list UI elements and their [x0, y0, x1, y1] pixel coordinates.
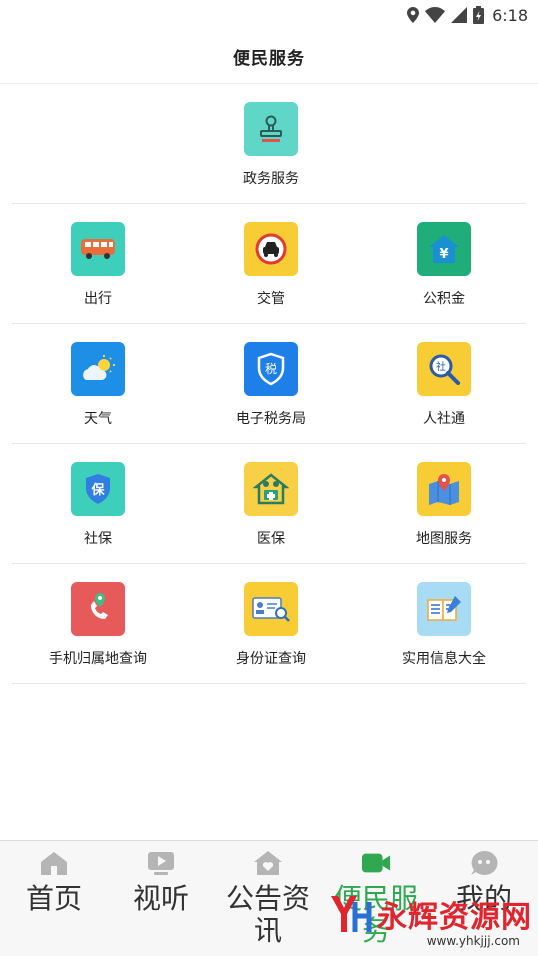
service-tile-practical-info[interactable]: 实用信息大全	[358, 582, 530, 668]
medical-insurance-icon	[244, 462, 298, 516]
service-label: 身份证查询	[236, 651, 306, 667]
location-icon	[407, 7, 420, 23]
service-label: 公积金	[423, 291, 465, 307]
svg-text:社: 社	[436, 360, 446, 373]
service-tile-weather[interactable]: 天气	[12, 342, 184, 428]
service-label: 手机归属地查询	[49, 651, 147, 667]
service-tile-social-service[interactable]: 社 人社通	[358, 342, 530, 428]
social-search-icon: 社	[417, 342, 471, 396]
service-row-2: 天气 税 电子税务局 社 人社通	[12, 324, 526, 444]
house-heart-icon	[253, 849, 283, 877]
svg-text:¥: ¥	[439, 247, 448, 262]
weather-icon	[71, 342, 125, 396]
service-tile-traffic[interactable]: 交管	[185, 222, 357, 308]
nav-tab-label: 视听	[132, 882, 189, 915]
service-label: 人社通	[423, 411, 465, 427]
service-tile-housing-fund[interactable]: ¥ 公积金	[358, 222, 530, 308]
service-row-3: 保 社保 医保 地图服务	[12, 444, 526, 564]
clock: 6:18	[492, 5, 528, 25]
status-icons: 6:18	[407, 4, 528, 26]
service-tile-gov-services[interactable]: 政务服务	[185, 102, 357, 188]
service-tile-medical-insurance[interactable]: 医保	[185, 462, 357, 548]
battery-icon	[473, 6, 485, 24]
nav-tab-news[interactable]: 公告资讯	[214, 849, 322, 947]
header-bar: 便民服务	[0, 30, 538, 84]
status-bar: 6:18	[0, 0, 538, 30]
watermark: 永辉资源网	[329, 892, 532, 936]
service-label: 交管	[257, 291, 285, 307]
watermark-url: www.yhkjjj.com	[426, 934, 520, 948]
wifi-icon	[425, 7, 446, 23]
nav-tab-label: 首页	[25, 882, 82, 915]
social-security-shield-icon: 保	[71, 462, 125, 516]
info-book-icon	[417, 582, 471, 636]
housing-fund-icon: ¥	[417, 222, 471, 276]
service-label: 天气	[84, 411, 112, 427]
service-row-4: 手机归属地查询 身份证查询 实用信息大全	[12, 564, 526, 684]
service-tile-travel[interactable]: 出行	[12, 222, 184, 308]
service-label: 出行	[84, 291, 112, 307]
home-icon	[39, 849, 69, 877]
watermark-brand: 永辉资源网	[377, 900, 532, 935]
service-row-1: 出行 交管 ¥ 公积金	[12, 204, 526, 324]
nav-tab-label: 公告资讯	[225, 882, 310, 947]
profile-face-icon	[469, 849, 499, 877]
traffic-car-icon	[244, 222, 298, 276]
service-label: 实用信息大全	[402, 651, 486, 667]
service-label: 社保	[84, 531, 112, 547]
svg-text:税: 税	[265, 362, 277, 376]
map-pin-icon	[417, 462, 471, 516]
service-tile-e-tax[interactable]: 税 电子税务局	[185, 342, 357, 428]
video-camera-icon	[361, 849, 391, 877]
service-tile-map-services[interactable]: 地图服务	[358, 462, 530, 548]
svg-text:保: 保	[90, 482, 105, 498]
nav-tab-media[interactable]: 视听	[107, 849, 215, 915]
service-tile-phone-location[interactable]: 手机归属地查询	[12, 582, 184, 668]
watermark-logo	[331, 896, 372, 932]
play-icon	[146, 849, 176, 877]
bus-icon	[71, 222, 125, 276]
phone-location-icon	[71, 582, 125, 636]
service-tile-social-security[interactable]: 保 社保	[12, 462, 184, 548]
service-tile-id-card-lookup[interactable]: 身份证查询	[185, 582, 357, 668]
tax-shield-icon: 税	[244, 342, 298, 396]
signal-icon	[451, 7, 468, 23]
service-row-featured: 政务服务	[12, 84, 526, 204]
service-label: 地图服务	[416, 531, 472, 547]
service-label: 政务服务	[243, 171, 299, 187]
page-title: 便民服务	[233, 49, 305, 69]
stamp-icon	[244, 102, 298, 156]
id-card-search-icon	[244, 582, 298, 636]
service-label: 医保	[257, 531, 285, 547]
service-label: 电子税务局	[236, 411, 306, 427]
nav-tab-home[interactable]: 首页	[0, 849, 108, 915]
